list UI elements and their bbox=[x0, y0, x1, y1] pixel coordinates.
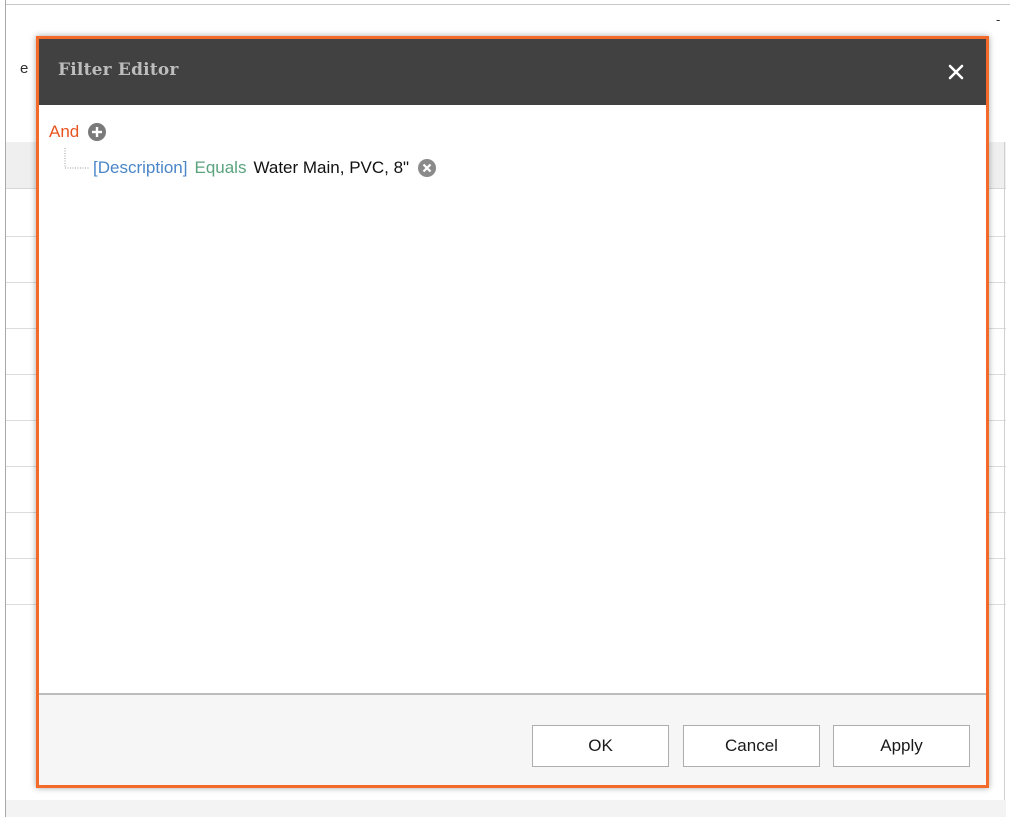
remove-circle-icon[interactable] bbox=[417, 158, 437, 178]
background-partial-label: e bbox=[20, 60, 29, 77]
filter-editor-dialog: Filter Editor And [Description] Equals W… bbox=[36, 36, 989, 788]
group-operator[interactable]: And bbox=[49, 122, 79, 142]
filter-group-node: And bbox=[49, 121, 107, 143]
apply-button[interactable]: Apply bbox=[833, 725, 970, 767]
screen: e - Filter Editor And [Description] Equa… bbox=[0, 0, 1010, 817]
dialog-footer: OK Cancel Apply bbox=[39, 693, 986, 785]
filter-condition: [Description] Equals Water Main, PVC, 8" bbox=[93, 157, 437, 179]
background-corner-mark: - bbox=[996, 12, 1001, 27]
condition-value[interactable]: Water Main, PVC, 8" bbox=[253, 158, 409, 178]
background-top-border bbox=[5, 4, 1010, 5]
tree-connector bbox=[64, 148, 90, 169]
plus-circle-icon[interactable] bbox=[87, 122, 107, 142]
cancel-button[interactable]: Cancel bbox=[683, 725, 820, 767]
background-scroll-edge bbox=[1004, 142, 1005, 802]
condition-operator[interactable]: Equals bbox=[194, 158, 246, 178]
close-button[interactable] bbox=[939, 55, 973, 89]
dialog-title: Filter Editor bbox=[58, 60, 179, 80]
background-bottom-strip bbox=[6, 800, 1006, 817]
ok-button[interactable]: OK bbox=[532, 725, 669, 767]
close-icon bbox=[948, 64, 964, 80]
dialog-titlebar[interactable]: Filter Editor bbox=[39, 39, 986, 105]
filter-tree: And [Description] Equals Water Main, PVC… bbox=[39, 105, 986, 693]
condition-field[interactable]: [Description] bbox=[93, 158, 187, 178]
